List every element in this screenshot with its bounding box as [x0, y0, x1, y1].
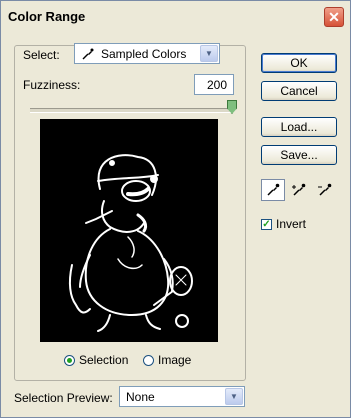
color-range-dialog: Color Range ✕ Select: Sampled Colors ▼ F… — [0, 0, 351, 418]
radio-image-dot[interactable] — [143, 354, 154, 366]
chevron-down-icon[interactable]: ▼ — [200, 45, 218, 62]
dialog-title: Color Range — [8, 9, 86, 24]
add-to-sample-eyedropper-button[interactable] — [287, 179, 311, 201]
eyedropper-plus-icon — [292, 183, 306, 196]
cancel-button[interactable]: Cancel — [261, 81, 337, 101]
fuzziness-input[interactable]: 200 — [194, 74, 234, 95]
select-dropdown[interactable]: Sampled Colors ▼ — [74, 43, 220, 64]
selection-preview-label: Selection Preview: — [14, 391, 113, 405]
eyedropper-icon — [267, 183, 280, 196]
subtract-from-sample-eyedropper-button[interactable] — [313, 179, 337, 201]
eyedropper-minus-icon — [318, 183, 332, 196]
invert-checkbox-box[interactable]: ✓ — [261, 218, 272, 230]
close-icon: ✕ — [328, 8, 340, 25]
selection-preview-value: None — [126, 390, 155, 404]
selection-preview-image — [40, 119, 218, 342]
title-bar: Color Range ✕ — [1, 1, 350, 31]
close-button[interactable]: ✕ — [324, 7, 344, 27]
character-sketch-preview — [68, 154, 193, 332]
invert-checkbox[interactable]: ✓ Invert — [261, 217, 306, 231]
radio-image-label: Image — [158, 353, 192, 367]
radio-selection-label: Selection — [79, 353, 129, 367]
save-button[interactable]: Save... — [261, 145, 337, 165]
load-button[interactable]: Load... — [261, 117, 337, 137]
select-label: Select: — [23, 48, 60, 62]
fuzziness-slider-track[interactable] — [30, 108, 233, 113]
chevron-down-icon[interactable]: ▼ — [225, 388, 243, 405]
radio-selection[interactable]: Selection — [64, 353, 128, 367]
select-value: Sampled Colors — [101, 47, 187, 61]
radio-image[interactable]: Image — [143, 353, 191, 367]
radio-selection-dot[interactable] — [64, 354, 75, 366]
eyedropper-icon — [82, 48, 94, 60]
fuzziness-label: Fuzziness: — [23, 78, 81, 92]
ok-button[interactable]: OK — [261, 53, 337, 73]
eyedropper-button[interactable] — [261, 179, 285, 201]
selection-preview-dropdown[interactable]: None ▼ — [119, 386, 245, 407]
invert-label: Invert — [276, 217, 307, 231]
